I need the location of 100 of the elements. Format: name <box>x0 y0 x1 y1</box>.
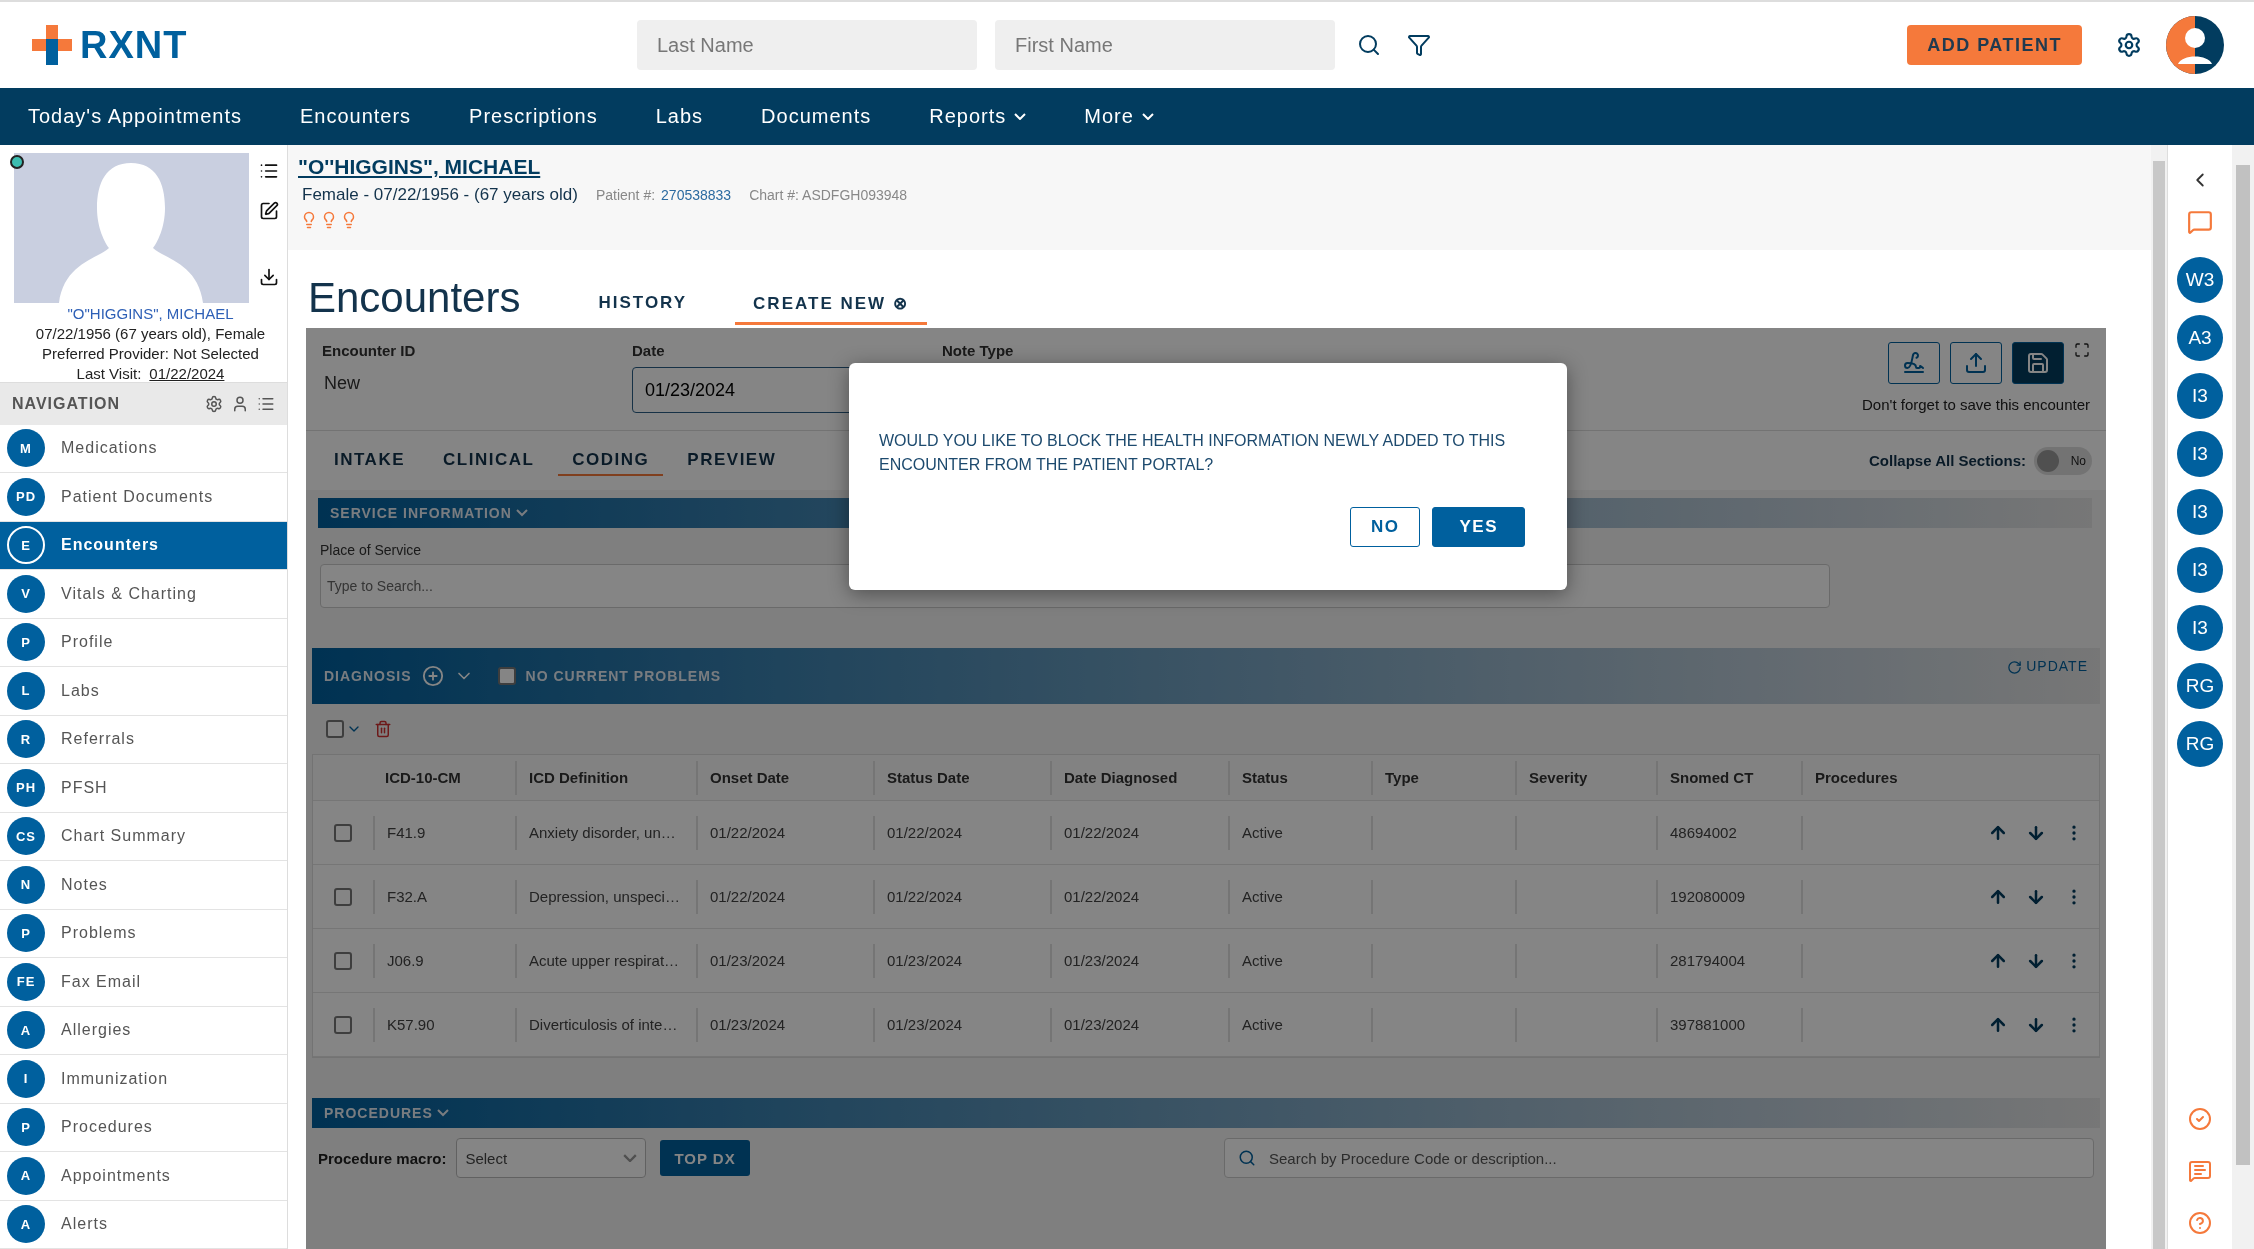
column-header: Onset Date <box>696 760 873 795</box>
initials-badge: N <box>7 865 45 904</box>
section-tab[interactable]: INTAKE <box>320 445 419 476</box>
table-cell: 01/22/2024 <box>1050 879 1228 914</box>
initials-badge: A <box>7 1011 45 1050</box>
fullscreen-icon[interactable] <box>2074 342 2090 358</box>
initials-badge: FE <box>7 962 45 1001</box>
message-icon[interactable] <box>2188 1159 2212 1183</box>
section-tab[interactable]: CODING <box>558 445 664 476</box>
delete-icon[interactable] <box>374 720 392 738</box>
nav-menu-item[interactable]: More <box>1084 105 1154 128</box>
column-header: Snomed CT <box>1656 760 1801 795</box>
nav-menu-item[interactable]: Today's Appointments <box>28 105 242 128</box>
initials-badge[interactable]: RG <box>2177 663 2223 709</box>
table-cell: K57.90 <box>373 1007 515 1042</box>
initials-badge[interactable]: RG <box>2177 721 2223 767</box>
initials-badge[interactable]: W3 <box>2177 257 2223 303</box>
row-checkbox[interactable] <box>334 887 352 906</box>
initials-badge: E <box>7 526 45 565</box>
navigation-heading: NAVIGATION <box>12 394 121 413</box>
add-patient-button[interactable]: ADD PATIENT <box>1907 25 2082 65</box>
row-checkbox[interactable] <box>334 951 352 970</box>
page-title: Encounters <box>308 274 521 322</box>
tab[interactable]: CREATE NEW ⊗ <box>735 293 927 325</box>
initials-badge: R <box>7 720 45 759</box>
table-cell: Anxiety disorder, un… <box>515 815 696 850</box>
table-cell: 01/23/2024 <box>1050 1007 1228 1042</box>
settings-icon[interactable] <box>205 394 223 413</box>
nav-menu-item[interactable]: Labs <box>655 105 704 128</box>
export-button[interactable] <box>1950 342 2002 384</box>
column-header: ICD-10-CM <box>384 767 462 788</box>
tab[interactable]: HISTORY <box>580 293 706 325</box>
section-tab[interactable]: PREVIEW <box>673 445 791 476</box>
table-cell: 01/23/2024 <box>696 1007 873 1042</box>
patient-summary-text: Female - 07/22/1956 - (67 years old) <box>302 185 578 205</box>
patient-number-link[interactable]: 270538833 <box>661 187 732 203</box>
save-icon <box>2026 351 2050 375</box>
row-checkbox[interactable] <box>334 1015 352 1034</box>
table-cell: F32.A <box>373 879 515 914</box>
refresh-icon[interactable] <box>2007 660 2023 675</box>
select-all-checkbox[interactable] <box>326 720 344 738</box>
no-button[interactable]: NO <box>1349 507 1421 547</box>
checkbox-label: NO CURRENT PROBLEMS <box>525 668 722 684</box>
table-cell: 281794004 <box>1656 943 1801 978</box>
check-icon[interactable] <box>2188 1107 2212 1131</box>
table-cell: Active <box>1228 815 1371 850</box>
initials-badge: CS <box>7 817 45 856</box>
table-cell: 192080009 <box>1656 879 1801 914</box>
column-header: Procedures <box>1801 760 1978 795</box>
logo-cross-icon <box>30 23 74 67</box>
initials-badge: L <box>7 671 45 710</box>
table-cell: Active <box>1228 1007 1371 1042</box>
sign-button[interactable] <box>1888 342 1940 384</box>
initials-badge[interactable]: A3 <box>2177 315 2223 361</box>
table-cell: 01/23/2024 <box>696 943 873 978</box>
initials-badge: P <box>7 1108 45 1147</box>
initials-badge: M <box>7 429 45 468</box>
save-button[interactable] <box>2012 342 2064 384</box>
first-name-field[interactable]: First Name <box>995 20 1335 70</box>
patient-name-link[interactable]: "O"HIGGINS", MICHAEL <box>67 305 234 322</box>
row-checkbox[interactable] <box>334 823 352 842</box>
person-icon[interactable] <box>231 394 249 413</box>
collapse-sections-label: Collapse All Sections: <box>1869 452 2026 469</box>
user-avatar-icon[interactable] <box>2166 16 2224 74</box>
initials-badge[interactable]: I3 <box>2177 431 2223 477</box>
procedure-search-field[interactable]: Search by Procedure Code or description... <box>1224 1138 2094 1178</box>
chart-number-text: Chart #: ASDFGH093948 <box>749 187 908 203</box>
table-cell: Acute upper respirat… <box>515 943 696 978</box>
collapse-toggle[interactable]: No <box>2034 446 2092 475</box>
nav-menu-item[interactable]: Encounters <box>299 105 412 128</box>
column-header: Date Diagnosed <box>1050 760 1228 795</box>
initials-badge[interactable]: I3 <box>2177 547 2223 593</box>
patient-number-label: Patient #: <box>595 187 656 203</box>
scrollbar-thumb[interactable] <box>2236 165 2250 1165</box>
table-cell: 01/22/2024 <box>873 815 1050 850</box>
yes-button[interactable]: YES <box>1432 507 1525 547</box>
checkbox[interactable] <box>497 667 516 685</box>
top-dx-button[interactable]: TOP DX <box>660 1140 750 1176</box>
nav-menu-item[interactable]: Prescriptions <box>469 105 598 128</box>
column-header: Severity <box>1515 760 1656 795</box>
nav-menu-item[interactable]: Reports <box>929 105 1027 128</box>
table-cell: J06.9 <box>373 943 515 978</box>
scrollbar-thumb[interactable] <box>2153 161 2165 1249</box>
add-icon[interactable] <box>421 665 444 687</box>
help-icon[interactable] <box>2188 1211 2212 1235</box>
section-tab[interactable]: CLINICAL <box>429 445 549 476</box>
initials-badge[interactable]: I3 <box>2177 489 2223 535</box>
last-visit-link[interactable]: 01/22/2024 <box>149 365 225 382</box>
initials-badge: A <box>7 1205 45 1244</box>
initials-badge[interactable]: I3 <box>2177 605 2223 651</box>
table-cell: 397881000 <box>1656 1007 1801 1042</box>
patient-name-link[interactable]: "O''HIGGINS", MICHAEL <box>298 155 2141 179</box>
sidebar-item[interactable]: E Encounters <box>0 521 287 570</box>
procedure-macro-select[interactable]: Select <box>456 1138 647 1178</box>
last-name-field[interactable]: Last Name <box>637 20 977 70</box>
patient-dob-text: 07/22/1956 (67 years old), Female <box>35 325 266 342</box>
initials-badge[interactable]: I3 <box>2177 373 2223 419</box>
table-cell: Depression, unspeci… <box>515 879 696 914</box>
nav-menu-item[interactable]: Documents <box>761 105 872 128</box>
table-cell: 01/22/2024 <box>1050 815 1228 850</box>
